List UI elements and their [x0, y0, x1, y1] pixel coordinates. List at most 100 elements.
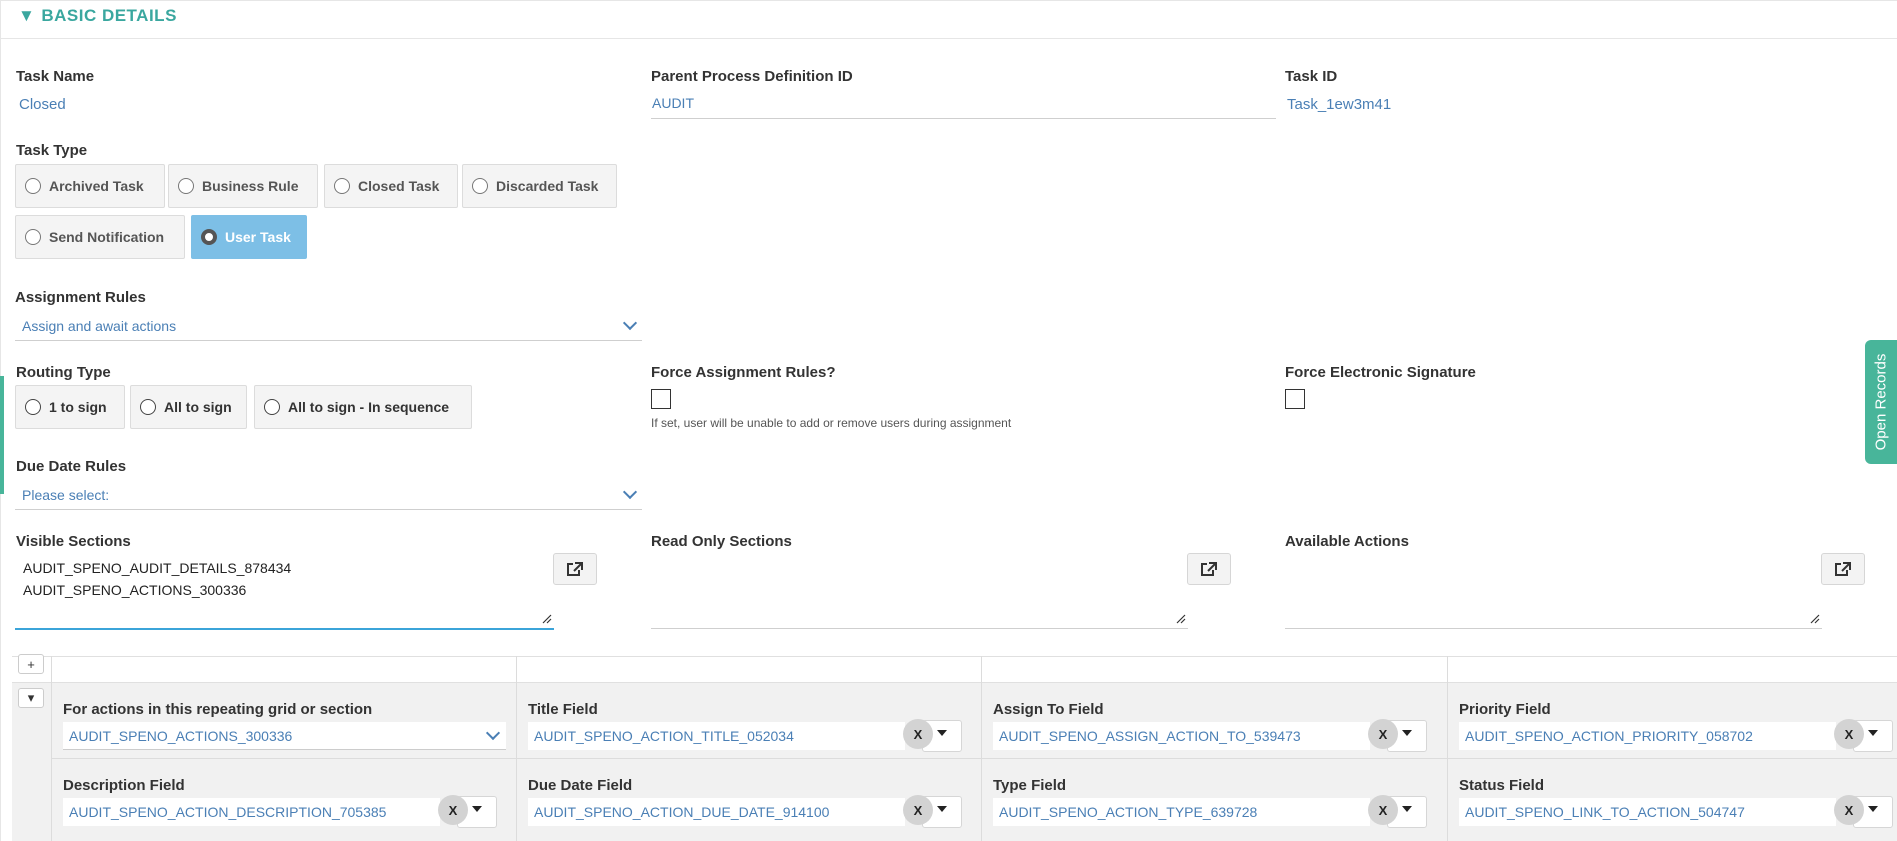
radio-archived-task[interactable]: Archived Task: [15, 164, 165, 208]
parent-process-underline: [651, 118, 1276, 119]
description-field-label: Description Field: [63, 777, 185, 794]
open-records-tab[interactable]: Open Records: [1865, 340, 1897, 464]
assign-to-field-label: Assign To Field: [993, 701, 1104, 718]
grid-col-divider: [981, 656, 982, 841]
resize-handle-icon[interactable]: [1810, 614, 1820, 624]
caret-down-icon: [472, 806, 482, 812]
grid-col-divider: [516, 656, 517, 841]
grid-header-row: [12, 656, 1897, 683]
visible-sections-textarea[interactable]: AUDIT_SPENO_AUDIT_DETAILS_878434 AUDIT_S…: [23, 557, 543, 627]
radio-label: Send Notification: [49, 229, 165, 245]
grid-col-divider: [1447, 656, 1448, 841]
type-field-input[interactable]: AUDIT_SPENO_ACTION_TYPE_639728: [993, 798, 1370, 826]
header-divider: [0, 38, 1897, 39]
title-field-clear-button[interactable]: X: [903, 719, 933, 749]
radio-business-rule[interactable]: Business Rule: [168, 164, 318, 208]
assignment-rules-label: Assignment Rules: [15, 289, 146, 306]
grid-collapse-button[interactable]: ▾: [18, 688, 44, 708]
priority-field-clear-button[interactable]: X: [1834, 719, 1864, 749]
caret-down-icon: [937, 730, 947, 736]
assign-to-field-clear-button[interactable]: X: [1368, 719, 1398, 749]
radio-circle-icon: [472, 178, 488, 194]
visible-sections-label: Visible Sections: [16, 533, 131, 550]
description-field-input[interactable]: AUDIT_SPENO_ACTION_DESCRIPTION_705385: [63, 798, 440, 826]
due-date-field-clear-button[interactable]: X: [903, 795, 933, 825]
due-date-field-input[interactable]: AUDIT_SPENO_ACTION_DUE_DATE_914100: [528, 798, 905, 826]
radio-circle-icon: [25, 229, 41, 245]
caret-down-icon: [1402, 730, 1412, 736]
radio-circle-icon: [334, 178, 350, 194]
description-field-clear-button[interactable]: X: [438, 795, 468, 825]
repeat-section-label: For actions in this repeating grid or se…: [63, 701, 373, 718]
grid-col-divider: [51, 656, 52, 841]
task-id-value: Task_1ew3m41: [1287, 96, 1392, 113]
grid-row-divider: [51, 758, 1897, 759]
force-assignment-hint: If set, user will be unable to add or re…: [651, 416, 1012, 430]
available-actions-popout-button[interactable]: [1821, 553, 1865, 585]
due-date-rules-select[interactable]: Please select:: [22, 487, 109, 503]
radio-circle-icon: [264, 399, 280, 415]
radio-selected-icon: [201, 229, 217, 245]
grid-add-row-button[interactable]: +: [18, 654, 44, 674]
radio-user-task[interactable]: User Task: [191, 215, 307, 259]
force-assignment-checkbox[interactable]: [651, 389, 671, 409]
available-actions-label: Available Actions: [1285, 533, 1409, 550]
collapse-triangle-icon: ▼: [18, 6, 36, 25]
assign-to-field-input[interactable]: AUDIT_SPENO_ASSIGN_ACTION_TO_539473: [993, 722, 1370, 750]
task-name-label: Task Name: [16, 68, 95, 85]
caret-down-icon: [1868, 730, 1878, 736]
available-actions-underline[interactable]: [1285, 628, 1822, 629]
parent-process-input[interactable]: AUDIT: [652, 95, 694, 111]
radio-label: All to sign: [164, 399, 232, 415]
status-field-label: Status Field: [1459, 777, 1545, 794]
title-field-input[interactable]: AUDIT_SPENO_ACTION_TITLE_052034: [528, 722, 905, 750]
assignment-rules-select[interactable]: Assign and await actions: [22, 318, 176, 334]
external-link-icon: [567, 562, 583, 576]
due-date-field-label: Due Date Field: [528, 777, 633, 794]
chevron-down-icon[interactable]: [622, 315, 638, 331]
radio-circle-icon: [140, 399, 156, 415]
visible-section-line: AUDIT_SPENO_AUDIT_DETAILS_878434: [23, 560, 292, 576]
force-esign-checkbox[interactable]: [1285, 389, 1305, 409]
radio-all-to-sign-sequence[interactable]: All to sign - In sequence: [254, 385, 472, 429]
radio-discarded-task[interactable]: Discarded Task: [462, 164, 617, 208]
radio-1-to-sign[interactable]: 1 to sign: [15, 385, 125, 429]
frame-top: [0, 0, 1897, 1]
radio-label: 1 to sign: [49, 399, 107, 415]
radio-all-to-sign[interactable]: All to sign: [130, 385, 247, 429]
read-only-sections-popout-button[interactable]: [1187, 553, 1231, 585]
radio-label: User Task: [225, 229, 291, 245]
chevron-down-icon[interactable]: [622, 484, 638, 500]
assignment-rules-underline: [15, 340, 642, 341]
repeat-section-select[interactable]: AUDIT_SPENO_ACTIONS_300336: [63, 722, 506, 750]
title-field-label: Title Field: [528, 701, 598, 718]
due-date-rules-label: Due Date Rules: [16, 458, 127, 475]
due-date-rules-underline: [15, 509, 642, 510]
caret-down-icon: [1402, 806, 1412, 812]
parent-process-label: Parent Process Definition ID: [651, 68, 853, 85]
read-only-sections-underline[interactable]: [651, 628, 1188, 629]
radio-label: All to sign - In sequence: [288, 399, 450, 415]
resize-handle-icon[interactable]: [1176, 614, 1186, 624]
priority-field-input[interactable]: AUDIT_SPENO_ACTION_PRIORITY_058702: [1459, 722, 1836, 750]
left-accent-bar: [0, 376, 4, 494]
status-field-clear-button[interactable]: X: [1834, 795, 1864, 825]
section-header[interactable]: ▼ BASIC DETAILS: [18, 6, 177, 26]
task-id-label: Task ID: [1285, 68, 1338, 85]
radio-circle-icon: [25, 399, 41, 415]
visible-sections-popout-button[interactable]: [553, 553, 597, 585]
priority-field-label: Priority Field: [1459, 701, 1551, 718]
radio-send-notification[interactable]: Send Notification: [15, 215, 185, 259]
radio-circle-icon: [178, 178, 194, 194]
type-field-clear-button[interactable]: X: [1368, 795, 1398, 825]
external-link-icon: [1835, 562, 1851, 576]
status-field-input[interactable]: AUDIT_SPENO_LINK_TO_ACTION_504747: [1459, 798, 1836, 826]
type-field-label: Type Field: [993, 777, 1067, 794]
radio-circle-icon: [25, 178, 41, 194]
radio-label: Closed Task: [358, 178, 440, 194]
radio-closed-task[interactable]: Closed Task: [324, 164, 458, 208]
resize-handle-icon[interactable]: [542, 614, 552, 624]
force-assignment-label: Force Assignment Rules?: [651, 364, 836, 381]
routing-type-label: Routing Type: [16, 364, 111, 381]
read-only-sections-label: Read Only Sections: [651, 533, 792, 550]
